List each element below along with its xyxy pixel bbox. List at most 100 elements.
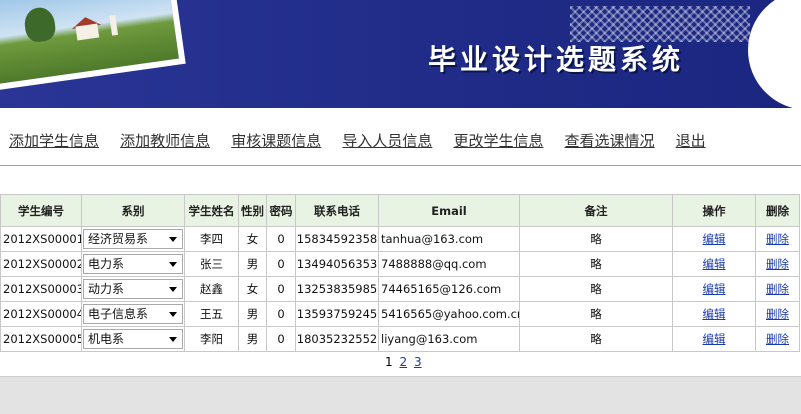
cell-email: 7488888@qq.com: [378, 251, 520, 277]
dept-select-value: 经济贸易系: [88, 232, 149, 246]
tower-graphic: [109, 14, 119, 36]
dept-select[interactable]: 电子信息系: [83, 304, 183, 324]
cell-gender: 女: [238, 226, 267, 252]
dept-select-value: 电子信息系: [88, 307, 149, 321]
student-table: 学生编号 系别 学生姓名 性别 密码 联系电话 Email 备注 操作 删除 2…: [0, 194, 800, 352]
cell-delete: 删除: [755, 301, 800, 327]
cell-phone: 15834592358: [295, 226, 379, 252]
cell-password: 0: [266, 276, 296, 302]
cell-note: 略: [519, 301, 673, 327]
delete-link[interactable]: 删除: [766, 257, 789, 271]
nav-view-selection[interactable]: 查看选课情况: [565, 132, 655, 150]
page-current: 1: [385, 355, 393, 369]
dept-select[interactable]: 经济贸易系: [83, 229, 183, 249]
cell-id: 2012XS00005: [0, 326, 82, 352]
edit-link[interactable]: 编辑: [703, 232, 726, 246]
nav-import-users[interactable]: 导入人员信息: [342, 132, 432, 150]
delete-link[interactable]: 删除: [766, 307, 789, 321]
cell-action: 编辑: [672, 276, 756, 302]
page-link-3[interactable]: 3: [414, 355, 422, 369]
table-row: 2012XS00004 电子信息系 王五 男 0 13593759245 541…: [0, 301, 800, 327]
nav-add-teacher[interactable]: 添加教师信息: [120, 132, 210, 150]
delete-link[interactable]: 删除: [766, 232, 789, 246]
cell-gender: 男: [238, 326, 267, 352]
edit-link[interactable]: 编辑: [703, 282, 726, 296]
cell-dept: 动力系: [81, 276, 185, 302]
nav-add-student[interactable]: 添加学生信息: [9, 132, 99, 150]
cell-dept: 电力系: [81, 251, 185, 277]
dept-select[interactable]: 动力系: [83, 279, 183, 299]
col-header-dept: 系别: [81, 194, 185, 227]
dept-select-value: 动力系: [88, 282, 125, 296]
table-row: 2012XS00003 动力系 赵鑫 女 0 13253835985 74465…: [0, 276, 800, 302]
banner-grid-pattern: [570, 6, 750, 42]
nav-logout[interactable]: 退出: [676, 132, 706, 150]
delete-link[interactable]: 删除: [766, 332, 789, 346]
nav-review-topics[interactable]: 审核课题信息: [231, 132, 321, 150]
cell-name: 王五: [184, 301, 239, 327]
banner: 毕业设计选题系统: [0, 0, 801, 108]
chevron-down-icon: [169, 237, 177, 242]
cell-email: tanhua@163.com: [378, 226, 520, 252]
dept-select[interactable]: 电力系: [83, 254, 183, 274]
cell-note: 略: [519, 251, 673, 277]
edit-link[interactable]: 编辑: [703, 332, 726, 346]
chevron-down-icon: [169, 337, 177, 342]
col-header-id: 学生编号: [0, 194, 82, 227]
cell-action: 编辑: [672, 226, 756, 252]
page-link-2[interactable]: 2: [399, 355, 407, 369]
cell-name: 李四: [184, 226, 239, 252]
chevron-down-icon: [169, 287, 177, 292]
col-header-email: Email: [378, 194, 520, 227]
col-header-name: 学生姓名: [184, 194, 239, 227]
cell-delete: 删除: [755, 326, 800, 352]
table-header-row: 学生编号 系别 学生姓名 性别 密码 联系电话 Email 备注 操作 删除: [0, 194, 800, 227]
cell-password: 0: [266, 251, 296, 277]
cell-id: 2012XS00004: [0, 301, 82, 327]
cell-delete: 删除: [755, 251, 800, 277]
cell-gender: 男: [238, 301, 267, 327]
pagination: 1 2 3: [385, 355, 425, 369]
cell-note: 略: [519, 326, 673, 352]
table-row: 2012XS00002 电力系 张三 男 0 13494056353 74888…: [0, 251, 800, 277]
edit-link[interactable]: 编辑: [703, 307, 726, 321]
footer-bar: [0, 376, 801, 414]
table-row: 2012XS00001 经济贸易系 李四 女 0 15834592358 tan…: [0, 226, 800, 252]
tree-graphic: [22, 5, 58, 44]
delete-link[interactable]: 删除: [766, 282, 789, 296]
divider: [0, 165, 801, 166]
col-header-note: 备注: [519, 194, 673, 227]
house-graphic: [75, 23, 100, 41]
col-header-password: 密码: [266, 194, 296, 227]
cell-email: 74465165@126.com: [378, 276, 520, 302]
student-table-container: 学生编号 系别 学生姓名 性别 密码 联系电话 Email 备注 操作 删除 2…: [0, 194, 801, 352]
col-header-phone: 联系电话: [295, 194, 379, 227]
cell-note: 略: [519, 226, 673, 252]
col-header-delete: 删除: [755, 194, 800, 227]
cell-dept: 经济贸易系: [81, 226, 185, 252]
table-row: 2012XS00005 机电系 李阳 男 0 18035232552 liyan…: [0, 326, 800, 352]
cell-note: 略: [519, 276, 673, 302]
cell-password: 0: [266, 326, 296, 352]
cell-name: 张三: [184, 251, 239, 277]
edit-link[interactable]: 编辑: [703, 257, 726, 271]
dept-select[interactable]: 机电系: [83, 329, 183, 349]
cell-id: 2012XS00003: [0, 276, 82, 302]
cell-id: 2012XS00001: [0, 226, 82, 252]
cell-id: 2012XS00002: [0, 251, 82, 277]
cell-delete: 删除: [755, 276, 800, 302]
cell-phone: 13494056353: [295, 251, 379, 277]
cell-password: 0: [266, 226, 296, 252]
dept-select-value: 电力系: [88, 257, 125, 271]
cell-action: 编辑: [672, 326, 756, 352]
cell-dept: 电子信息系: [81, 301, 185, 327]
cell-password: 0: [266, 301, 296, 327]
cell-name: 李阳: [184, 326, 239, 352]
col-header-action: 操作: [672, 194, 756, 227]
nav-edit-student[interactable]: 更改学生信息: [453, 132, 543, 150]
cell-dept: 机电系: [81, 326, 185, 352]
cell-phone: 13593759245: [295, 301, 379, 327]
cell-name: 赵鑫: [184, 276, 239, 302]
cell-email: liyang@163.com: [378, 326, 520, 352]
top-nav: 添加学生信息 添加教师信息 审核课题信息 导入人员信息 更改学生信息 查看选课情…: [9, 130, 722, 154]
